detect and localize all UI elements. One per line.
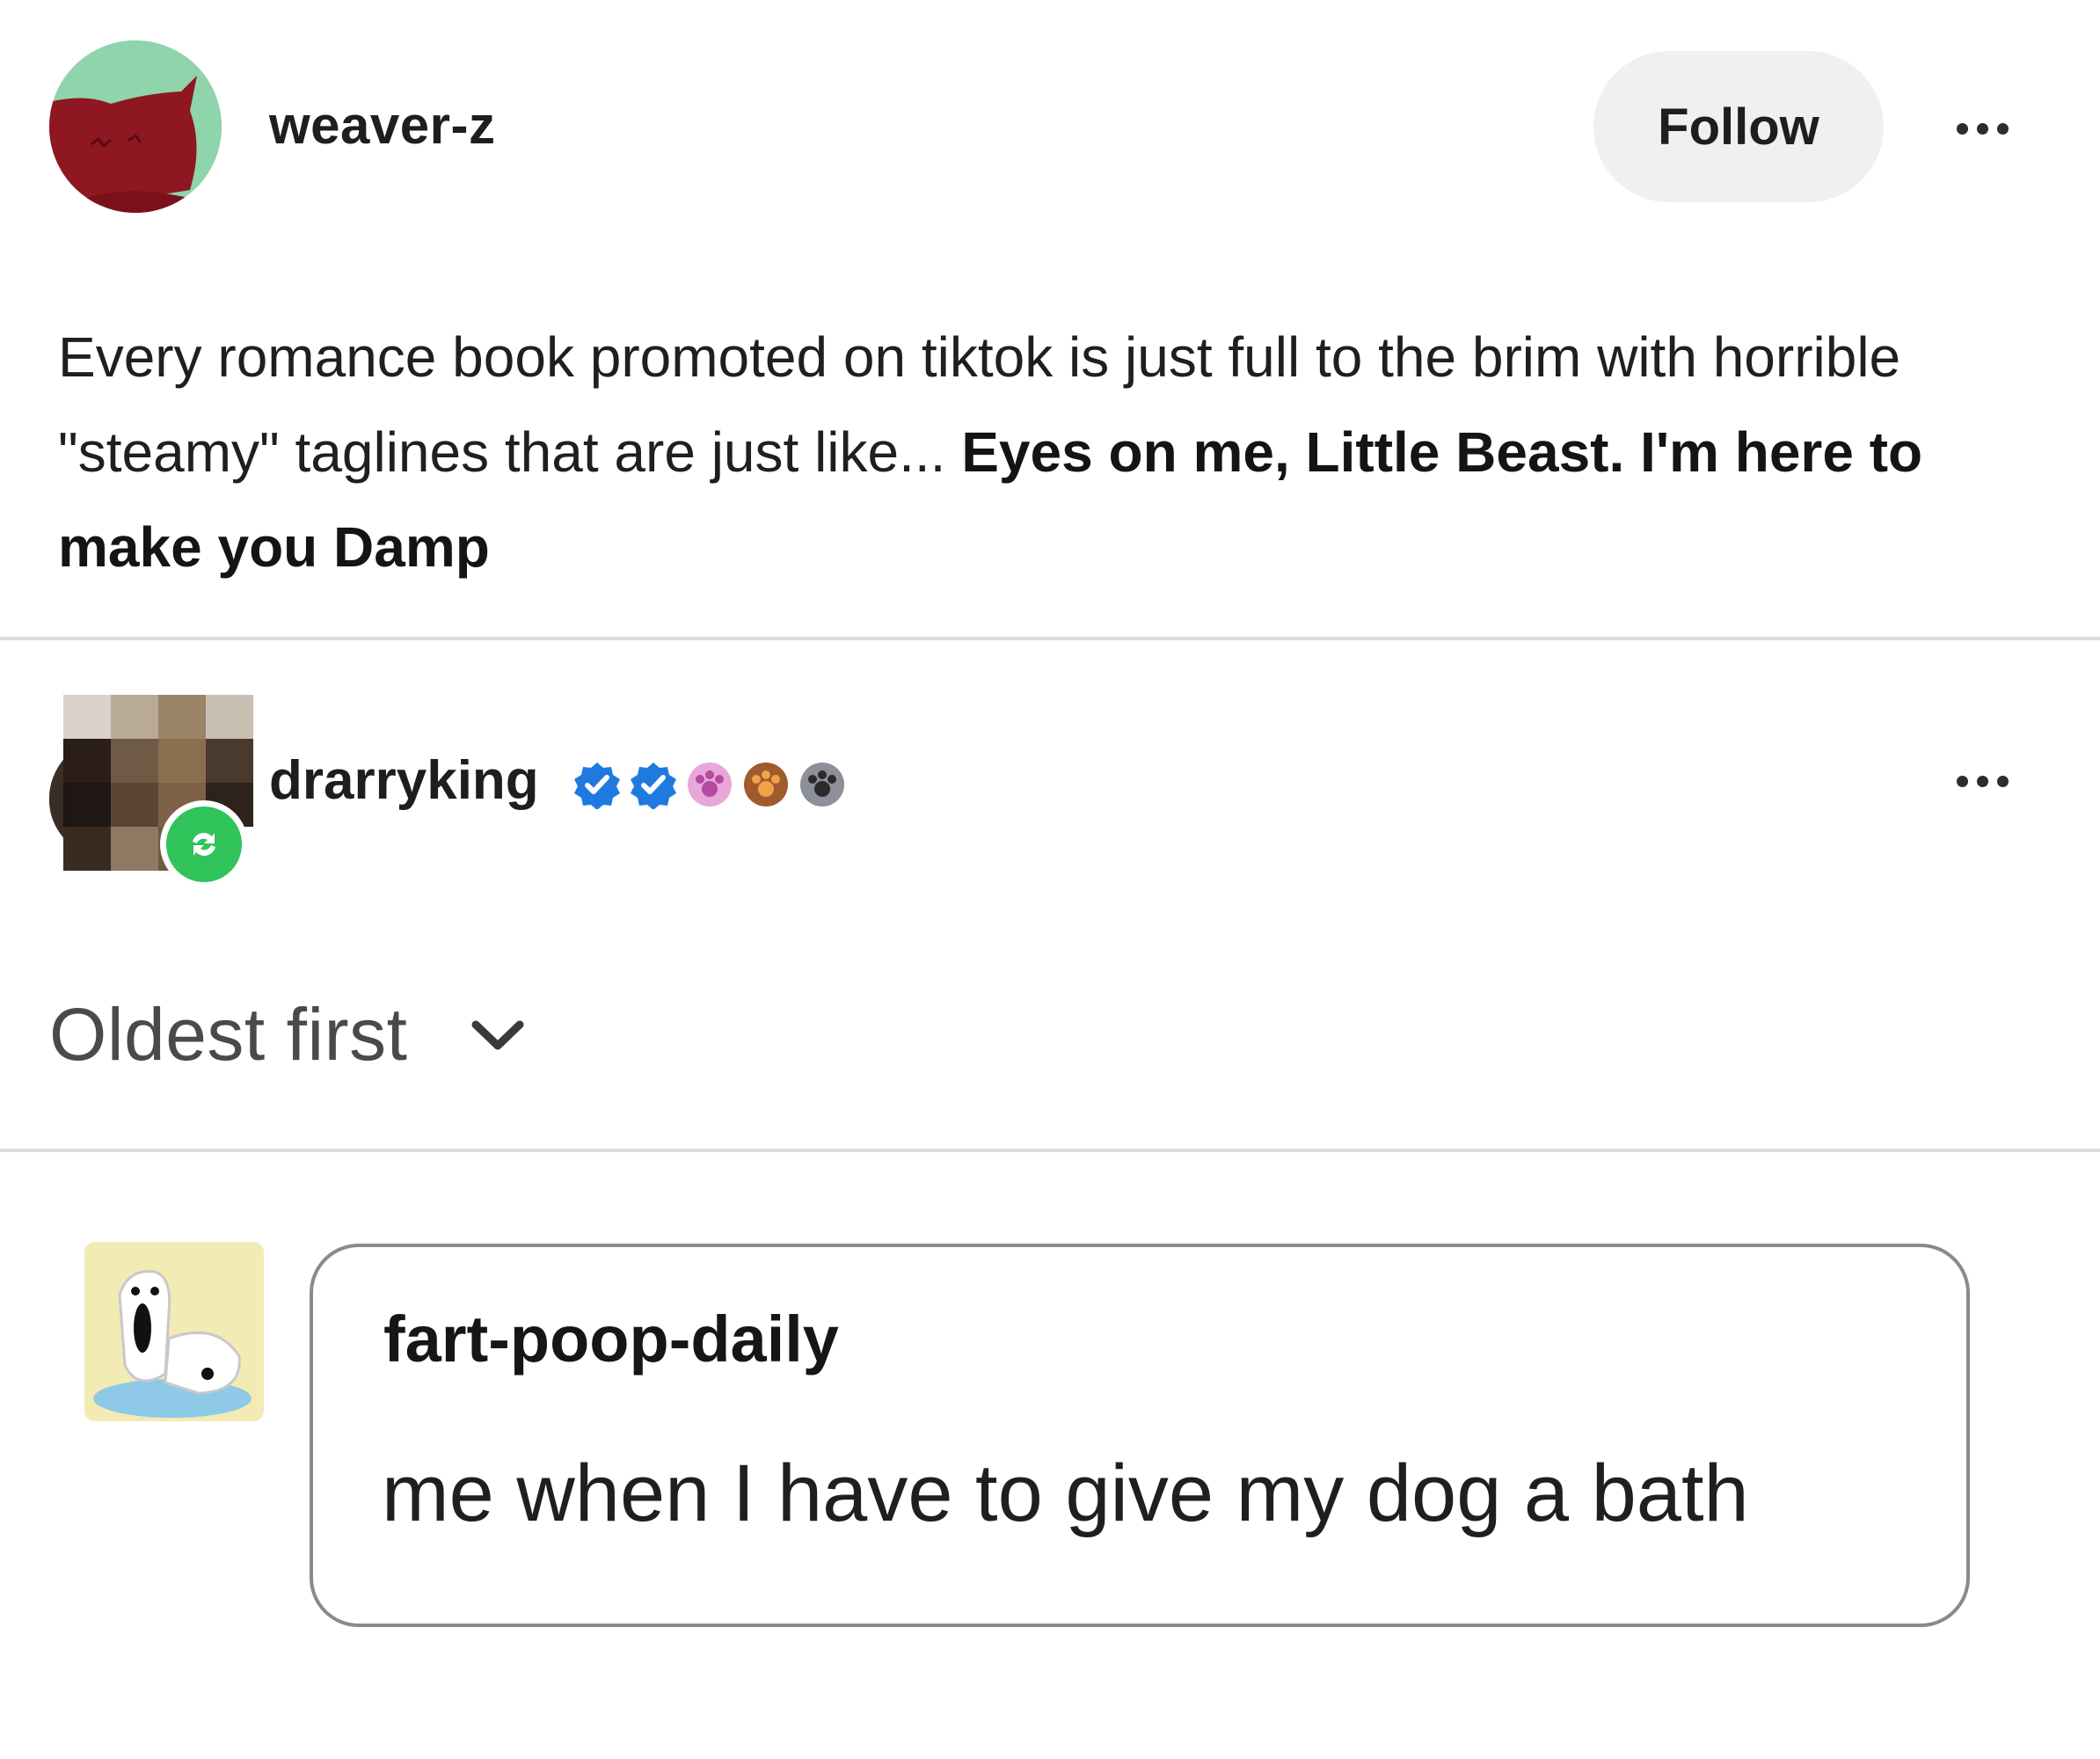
red-creature-avatar-icon (49, 40, 222, 213)
brown-paw-icon (740, 759, 791, 810)
sort-dropdown-label: Oldest first (49, 993, 408, 1076)
avatar[interactable] (49, 40, 222, 213)
dot-icon (1956, 775, 1968, 787)
grey-paw-icon (797, 759, 848, 810)
reblog-icon (160, 800, 248, 888)
dot-icon (1976, 775, 1988, 787)
divider (0, 1149, 2100, 1152)
verified-check-icon (628, 759, 679, 810)
reblog-more-options-button[interactable] (1938, 755, 2026, 807)
dot-icon (1996, 775, 2009, 787)
dot-icon (1956, 122, 1968, 135)
divider (0, 637, 2100, 640)
dot-icon (1996, 122, 2009, 135)
pink-paw-icon (684, 759, 735, 810)
badge-row (572, 755, 848, 814)
post-more-options-button[interactable] (1938, 102, 2026, 155)
reply-bubble: fart-poop-daily me when I have to give m… (310, 1244, 1970, 1627)
follow-button[interactable]: Follow (1593, 51, 1884, 202)
sort-dropdown[interactable]: Oldest first (49, 992, 527, 1077)
verified-check-icon (572, 759, 623, 810)
post-author-username[interactable]: weaver-z (269, 95, 495, 156)
chevron-down-icon (471, 1020, 524, 1049)
reply-avatar[interactable] (84, 1242, 264, 1421)
dot-icon (1976, 122, 1988, 135)
reply-text: me when I have to give my dog a bath (382, 1449, 1749, 1538)
reblogger-username[interactable]: drarryking (269, 749, 539, 812)
reply-author-username[interactable]: fart-poop-daily (383, 1302, 839, 1376)
post-body: Every romance book promoted on tiktok is… (58, 310, 2045, 595)
screaming-dog-avatar-icon (84, 1242, 264, 1421)
